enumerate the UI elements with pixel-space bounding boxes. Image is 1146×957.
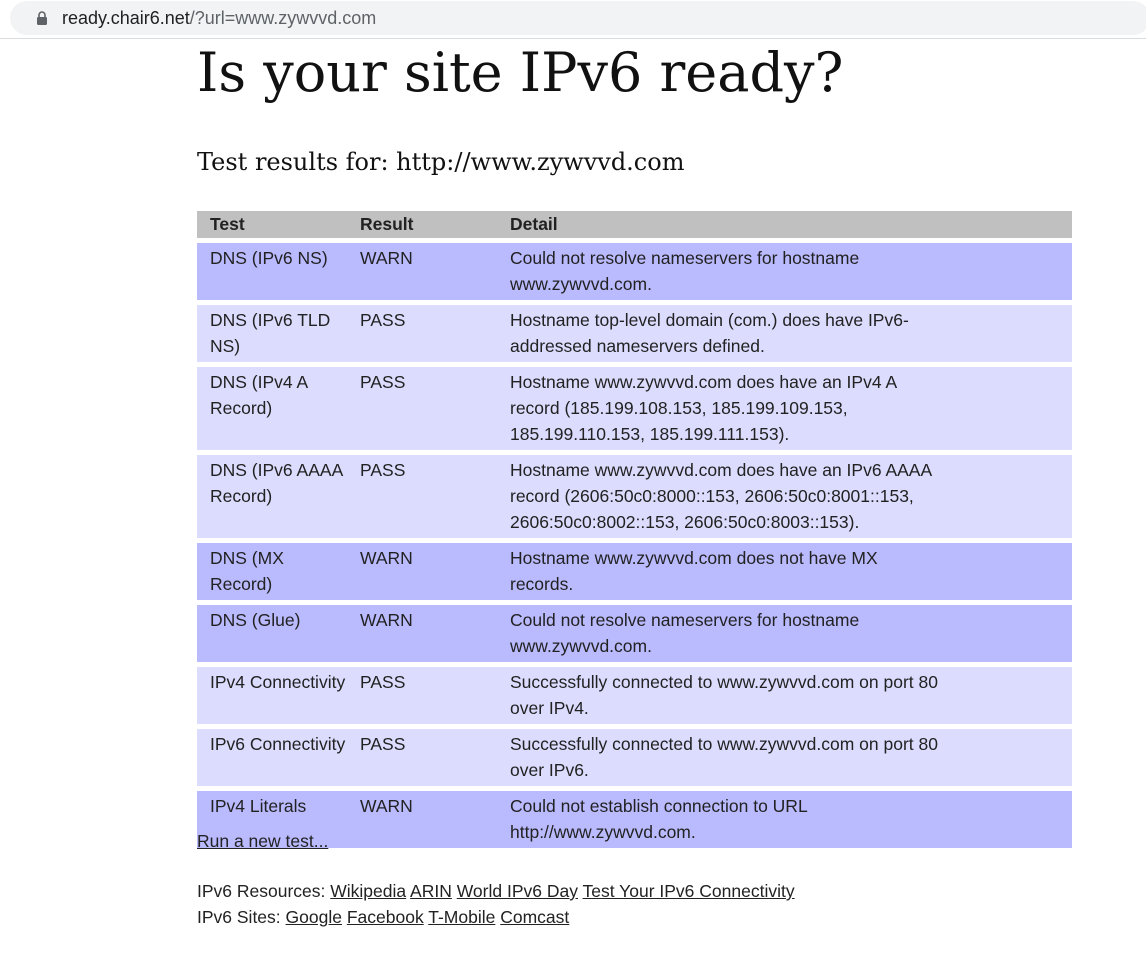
comcast-link[interactable]: Comcast (500, 907, 569, 927)
result-cell: PASS (347, 305, 497, 362)
page-title: Is your site IPv6 ready? (197, 41, 844, 104)
address-bar: ready.chair6.net/?url=www.zywvvd.com (0, 0, 1146, 39)
detail-cell: Hostname www.zywvvd.com does have an IPv… (497, 367, 1072, 450)
detail-cell: Hostname www.zywvvd.com does not have MX… (497, 543, 1072, 600)
detail-cell: Hostname top-level domain (com.) does ha… (497, 305, 1072, 362)
test-cell: DNS (MX Record) (197, 543, 347, 600)
test-cell: IPv4 Connectivity (197, 667, 347, 724)
ipv6-resources-line: IPv6 Resources: Wikipedia ARIN World IPv… (197, 878, 795, 904)
column-header-result: Result (347, 211, 497, 238)
column-header-detail: Detail (497, 211, 1072, 238)
result-cell: PASS (347, 729, 497, 786)
table-row: DNS (Glue) WARN Could not resolve namese… (197, 605, 1072, 662)
table-row: IPv4 Connectivity PASS Successfully conn… (197, 667, 1072, 724)
sites-label: IPv6 Sites: (197, 907, 281, 927)
detail-cell: Could not resolve nameservers for hostna… (497, 243, 1072, 300)
detail-cell: Could not establish connection to URL ht… (497, 791, 1072, 848)
url-path: /?url=www.zywvvd.com (189, 8, 377, 28)
result-cell: WARN (347, 243, 497, 300)
detail-cell: Hostname www.zywvvd.com does have an IPv… (497, 455, 1072, 538)
detail-cell: Successfully connected to www.zywvvd.com… (497, 667, 1072, 724)
url-field[interactable]: ready.chair6.net/?url=www.zywvvd.com (10, 1, 1146, 35)
detail-cell: Could not resolve nameservers for hostna… (497, 605, 1072, 662)
test-cell: DNS (IPv6 AAAA Record) (197, 455, 347, 538)
page-subtitle: Test results for: http://www.zywvvd.com (197, 148, 685, 176)
table-row: DNS (IPv6 TLD NS) PASS Hostname top-leve… (197, 305, 1072, 362)
url-host: ready.chair6.net (62, 8, 190, 28)
resources-label: IPv6 Resources: (197, 881, 326, 901)
result-cell: PASS (347, 367, 497, 450)
test-cell: IPv6 Connectivity (197, 729, 347, 786)
table-row: DNS (IPv4 A Record) PASS Hostname www.zy… (197, 367, 1072, 450)
table-row: DNS (IPv6 NS) WARN Could not resolve nam… (197, 243, 1072, 300)
arin-link[interactable]: ARIN (410, 881, 452, 901)
run-new-test-link[interactable]: Run a new test... (197, 829, 328, 853)
test-cell: DNS (IPv6 NS) (197, 243, 347, 300)
result-cell: WARN (347, 791, 497, 848)
test-cell: DNS (IPv6 TLD NS) (197, 305, 347, 362)
result-cell: PASS (347, 667, 497, 724)
table-row: DNS (IPv6 AAAA Record) PASS Hostname www… (197, 455, 1072, 538)
column-header-test: Test (197, 211, 347, 238)
results-table: Test Result Detail DNS (IPv6 NS) WARN Co… (197, 206, 1072, 853)
lock-icon[interactable] (36, 11, 48, 25)
test-ipv6-connectivity-link[interactable]: Test Your IPv6 Connectivity (583, 881, 795, 901)
test-cell: DNS (Glue) (197, 605, 347, 662)
google-link[interactable]: Google (286, 907, 342, 927)
world-ipv6-day-link[interactable]: World IPv6 Day (457, 881, 578, 901)
facebook-link[interactable]: Facebook (347, 907, 424, 927)
result-cell: PASS (347, 455, 497, 538)
table-row: DNS (MX Record) WARN Hostname www.zywvvd… (197, 543, 1072, 600)
table-row: IPv6 Connectivity PASS Successfully conn… (197, 729, 1072, 786)
wikipedia-link[interactable]: Wikipedia (330, 881, 406, 901)
url-text[interactable]: ready.chair6.net/?url=www.zywvvd.com (62, 7, 376, 29)
test-cell: DNS (IPv4 A Record) (197, 367, 347, 450)
ipv6-sites-line: IPv6 Sites: Google Facebook T-Mobile Com… (197, 904, 569, 930)
t-mobile-link[interactable]: T-Mobile (428, 907, 495, 927)
result-cell: WARN (347, 605, 497, 662)
table-header-row: Test Result Detail (197, 211, 1072, 238)
result-cell: WARN (347, 543, 497, 600)
detail-cell: Successfully connected to www.zywvvd.com… (497, 729, 1072, 786)
